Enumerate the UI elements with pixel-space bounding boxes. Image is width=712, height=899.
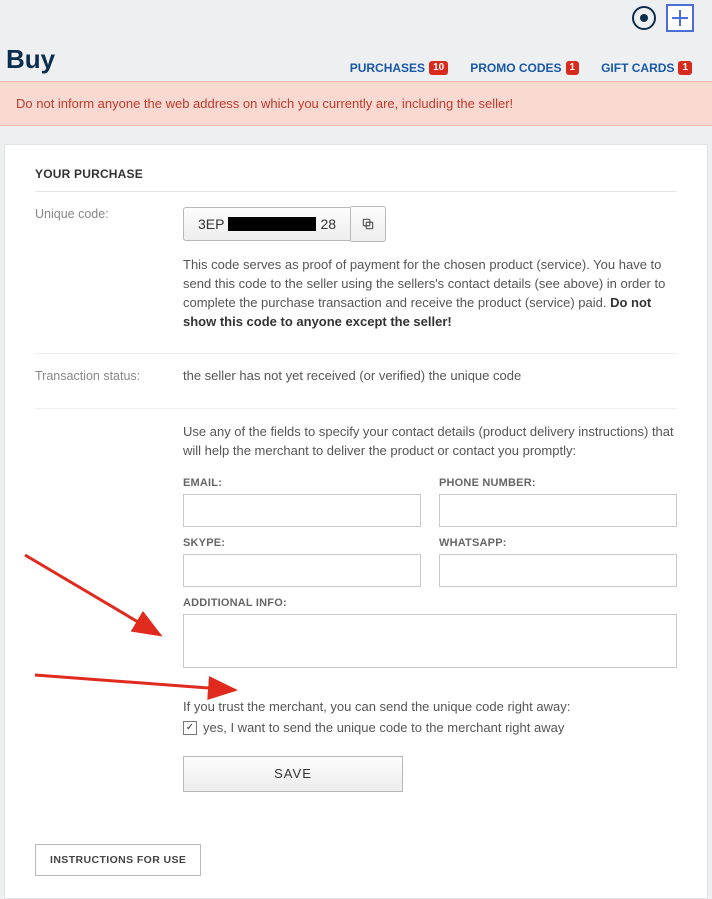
unique-code-description: This code serves as proof of payment for… (183, 256, 677, 331)
skype-label: SKYPE: (183, 537, 421, 549)
unique-code-label: Unique code: (35, 206, 165, 331)
instructions-button[interactable]: INSTRUCTIONS FOR USE (35, 844, 201, 876)
additional-info-label: ADDITIONAL INFO: (183, 597, 677, 609)
top-nav: PURCHASES 10 PROMO CODES 1 GIFT CARDS 1 (350, 61, 692, 75)
section-title: YOUR PURCHASE (35, 167, 677, 192)
nav-promo-count: 1 (566, 61, 580, 75)
send-code-checkbox[interactable]: ✓ (183, 721, 197, 735)
save-button[interactable]: SAVE (183, 756, 403, 792)
nav-gift-count: 1 (678, 61, 692, 75)
email-label: EMAIL: (183, 477, 421, 489)
send-code-checkbox-label: yes, I want to send the unique code to t… (203, 718, 564, 738)
nav-gift-cards[interactable]: GIFT CARDS 1 (601, 61, 692, 75)
unique-code-value: 3EP 28 (183, 207, 351, 241)
nav-purchases-count: 10 (429, 61, 448, 75)
copy-icon (361, 217, 375, 231)
additional-info-input[interactable] (183, 614, 677, 668)
nav-purchases[interactable]: PURCHASES 10 (350, 61, 448, 75)
whatsapp-label: WHATSAPP: (439, 537, 677, 549)
language-icon[interactable] (666, 4, 694, 32)
redacted-code (228, 217, 316, 231)
phone-input[interactable] (439, 494, 677, 527)
transaction-status-label: Transaction status: (35, 368, 165, 386)
nav-gift-label: GIFT CARDS (601, 61, 674, 75)
transaction-status-value: the seller has not yet received (or veri… (183, 368, 677, 386)
account-icon[interactable] (632, 6, 656, 30)
whatsapp-input[interactable] (439, 554, 677, 587)
nav-purchases-label: PURCHASES (350, 61, 425, 75)
skype-input[interactable] (183, 554, 421, 587)
contact-intro: Use any of the fields to specify your co… (183, 423, 677, 461)
page-title: Buy (6, 44, 55, 75)
nav-promo-label: PROMO CODES (470, 61, 561, 75)
purchase-card: YOUR PURCHASE Unique code: 3EP 28 This c… (4, 144, 708, 899)
email-input[interactable] (183, 494, 421, 527)
warning-banner: Do not inform anyone the web address on … (0, 81, 712, 126)
trust-line: If you trust the merchant, you can send … (183, 697, 677, 717)
copy-code-button[interactable] (351, 206, 386, 242)
nav-promo-codes[interactable]: PROMO CODES 1 (470, 61, 579, 75)
phone-label: PHONE NUMBER: (439, 477, 677, 489)
